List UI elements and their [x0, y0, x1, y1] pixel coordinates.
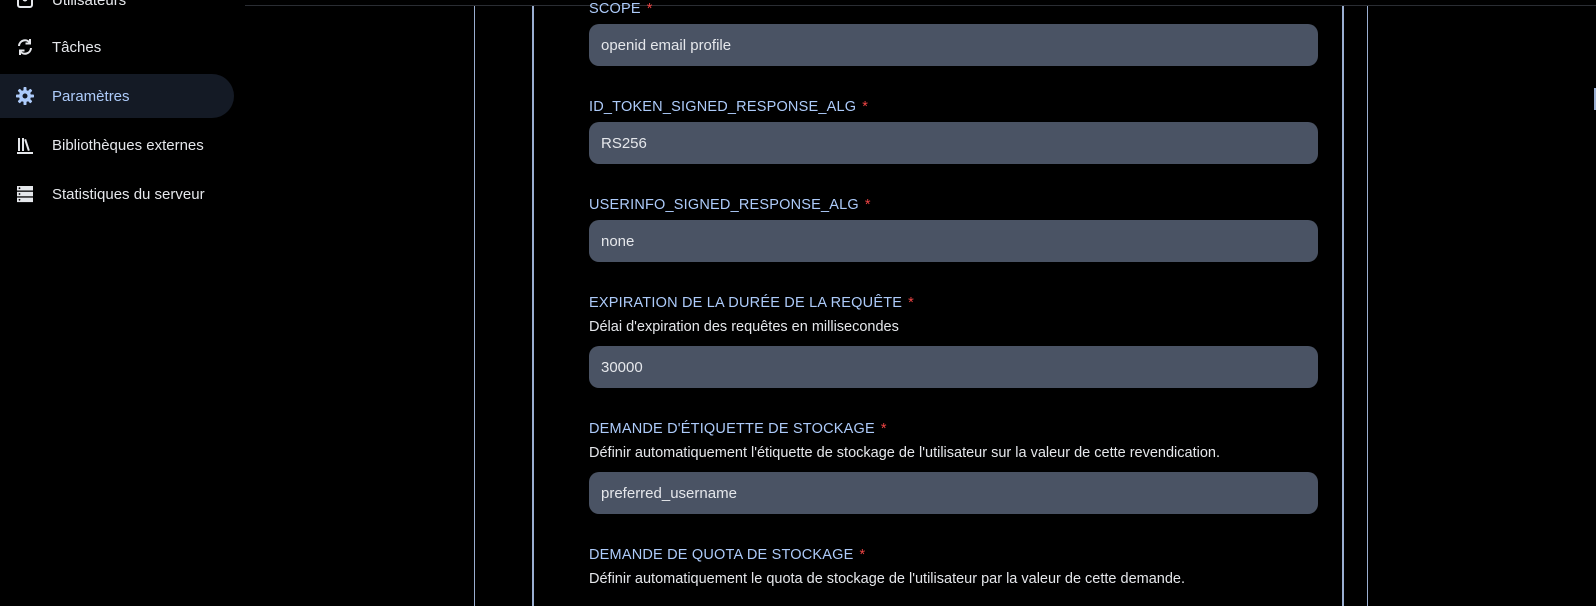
request-timeout-input[interactable]	[589, 346, 1318, 388]
userinfo-alg-input[interactable]	[589, 220, 1318, 262]
sidebar: Utilisateurs Tâches Paramètres Bibliothè…	[0, 0, 245, 582]
field-label-storage-quota-claim: DEMANDE DE QUOTA DE STOCKAGE *	[589, 547, 866, 563]
storage-label-claim-input[interactable]	[589, 472, 1318, 514]
sidebar-item-users[interactable]: Utilisateurs	[0, 0, 234, 22]
required-marker: *	[859, 547, 866, 563]
sidebar-item-tasks[interactable]: Tâches	[0, 25, 234, 69]
sidebar-item-label: Tâches	[52, 38, 102, 56]
gear-icon	[15, 86, 35, 106]
sidebar-item-external-libraries[interactable]: Bibliothèques externes	[0, 123, 234, 167]
field-label-scope: SCOPE *	[589, 1, 653, 17]
field-description-request-timeout: Délai d'expiration des requêtes en milli…	[589, 319, 899, 335]
sidebar-item-label: Paramètres	[52, 87, 130, 105]
users-icon	[15, 0, 35, 10]
field-label-storage-label-claim: DEMANDE D'ÉTIQUETTE DE STOCKAGE *	[589, 421, 887, 437]
library-icon	[15, 135, 35, 155]
field-label-request-timeout: EXPIRATION DE LA DURÉE DE LA REQUÊTE *	[589, 295, 914, 311]
sidebar-item-label: Statistiques du serveur	[52, 185, 205, 203]
required-marker: *	[908, 295, 914, 311]
sidebar-item-label: Bibliothèques externes	[52, 136, 204, 154]
required-marker: *	[862, 99, 869, 115]
sidebar-item-server-stats[interactable]: Statistiques du serveur	[0, 172, 234, 216]
field-description-storage-label-claim: Définir automatiquement l'étiquette de s…	[589, 445, 1221, 461]
sync-icon	[15, 37, 35, 57]
server-icon	[15, 184, 35, 204]
id-token-alg-input[interactable]	[589, 122, 1318, 164]
sidebar-item-settings[interactable]: Paramètres	[0, 74, 234, 118]
scope-input[interactable]	[589, 24, 1318, 66]
required-marker: *	[646, 1, 653, 17]
sidebar-item-label: Utilisateurs	[52, 0, 127, 9]
field-label-id-token-alg: ID_TOKEN_SIGNED_RESPONSE_ALG *	[589, 99, 869, 115]
field-label-userinfo-alg: USERINFO_SIGNED_RESPONSE_ALG *	[589, 197, 871, 213]
required-marker: *	[880, 421, 887, 437]
required-marker: *	[864, 197, 871, 213]
field-description-storage-quota-claim: Définir automatiquement le quota de stoc…	[589, 571, 1186, 587]
